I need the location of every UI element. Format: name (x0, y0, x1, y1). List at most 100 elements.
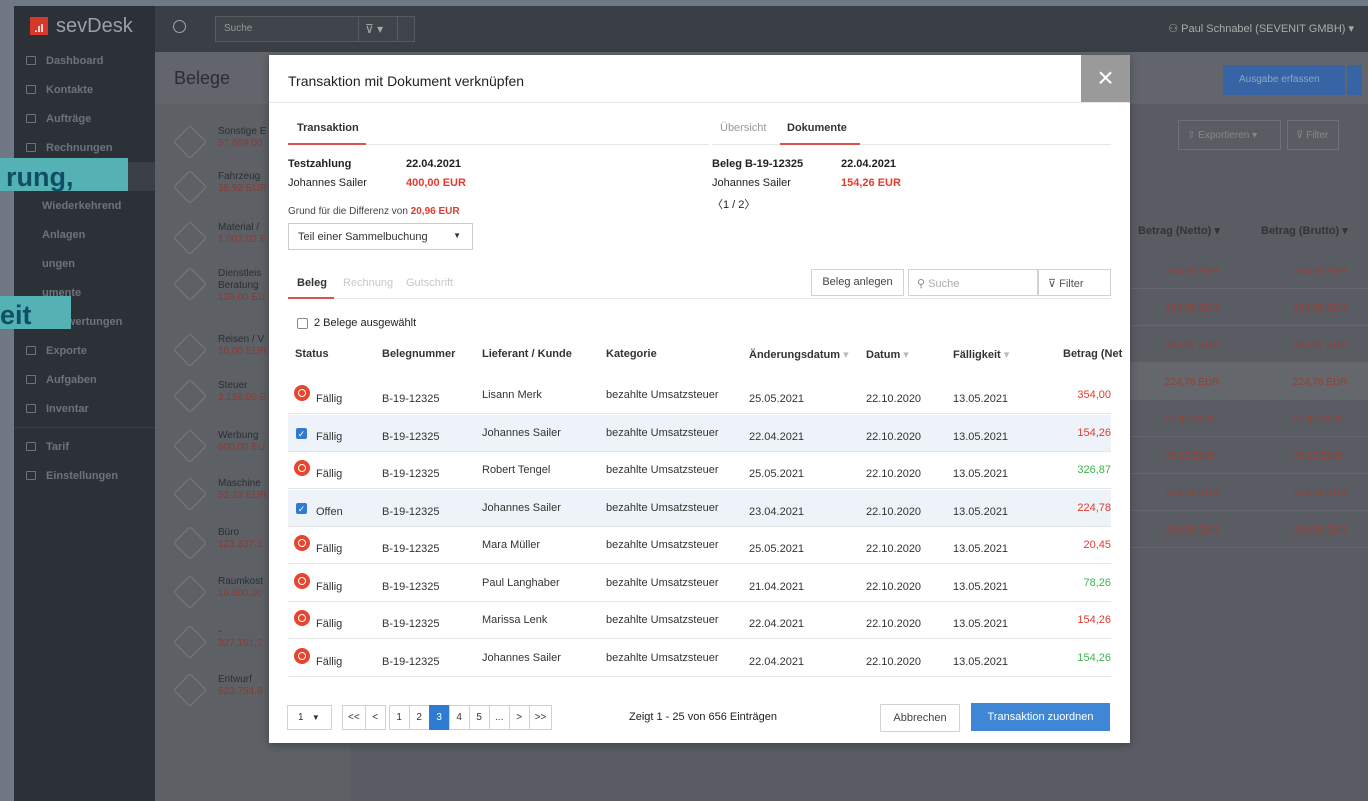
modal-search-input[interactable]: ⚲ Suche (908, 269, 1038, 296)
page-button[interactable]: << (342, 705, 366, 730)
sidebar-item[interactable]: Einstellungen (14, 461, 155, 490)
per-page-value[interactable]: 1 ▼ (287, 705, 332, 730)
tab-transaktion[interactable]: Transaktion (297, 122, 359, 134)
sidebar-item[interactable]: ungen (14, 249, 155, 278)
export-button[interactable]: ⇧ Exportieren ▾ (1178, 120, 1281, 150)
topbar: Suche ⊽ ▾ ⚇ Paul Schnabel (SEVENIT GMBH)… (155, 6, 1368, 52)
list-item[interactable]: Maschine 52,23 EUR (218, 478, 267, 502)
lieferant: Paul Langhaber (482, 576, 560, 589)
col-betrag-brutto[interactable]: Betrag (Brutto) ▾ (1261, 224, 1348, 237)
list-item[interactable]: Reisen / V 10,00 EUR (218, 334, 267, 358)
chevron-right-icon[interactable]: 〉 (744, 199, 755, 211)
list-item[interactable]: -327.161,2 (218, 626, 263, 650)
page-button[interactable]: 3 (428, 705, 450, 730)
list-item[interactable]: Material /1.002,02 E (218, 222, 266, 246)
table-row[interactable]: Fällig B-19-12325 Johannes Sailer bezahlte … (288, 640, 1111, 677)
table-row[interactable]: 154,26 EUR 154,26 EUR (1130, 474, 1368, 511)
user-menu[interactable]: ⚇ Paul Schnabel (SEVENIT GMBH) ▾ (1168, 22, 1354, 35)
col-kategorie[interactable]: Kategorie (606, 348, 657, 360)
page-button[interactable]: 4 (448, 705, 470, 730)
top-filter-button[interactable]: ⊽ ▾ (358, 16, 398, 42)
faelligkeit: 13.05.2021 (953, 430, 1009, 443)
item-value: 57.689,00 (218, 138, 263, 149)
faelligkeit: 13.05.2021 (953, 505, 1009, 518)
belegnummer: B-19-12325 (382, 655, 440, 668)
ausgabe-dropdown-button[interactable] (1347, 65, 1362, 95)
sidebar-item[interactable]: Inventar (14, 394, 155, 423)
col-belegnummer[interactable]: Belegnummer (382, 348, 455, 360)
cell: 20,45 EUR (1293, 414, 1342, 425)
table-row[interactable]: ✓ Offen B-19-12325 Johannes Sailer bezahlte … (288, 489, 1111, 527)
table-row[interactable]: 224,78 EUR 224,78 EUR (1130, 363, 1368, 400)
kategorie: bezahlte Umsatzsteuer (606, 501, 719, 514)
col-betrag-netto[interactable]: Betrag (Netto) ▾ (1138, 224, 1220, 237)
list-item[interactable]: Büro 123.337,3 (218, 527, 263, 551)
table-row[interactable]: 154,26 EUR 154,26 EUR (1130, 289, 1368, 326)
sidebar-item[interactable]: Dashboard (14, 46, 155, 75)
filter-button[interactable]: ⊽ Filter (1287, 120, 1339, 150)
table-row[interactable]: Fällig B-19-12325 Robert Tengel bezahlte Um… (288, 452, 1111, 489)
list-item[interactable]: Raumkost 10.500,00 (218, 576, 263, 600)
page-button[interactable]: > (508, 705, 530, 730)
close-icon[interactable]: × (1081, 55, 1130, 102)
tab-dokumente[interactable]: Dokumente (787, 122, 847, 134)
col-betrag[interactable]: Betrag (Net (1063, 348, 1122, 360)
sidebar-item[interactable]: Exporte (14, 336, 155, 365)
table-row[interactable]: 154,26 EUR 154,26 EUR (1130, 511, 1368, 548)
row-checkbox[interactable]: ✓ (296, 427, 307, 439)
page-button[interactable]: 2 (408, 705, 430, 730)
table-row[interactable]: Fällig B-19-12325 Paul Langhaber bezahlte U… (288, 565, 1111, 602)
sidebar-item[interactable]: Kontakte (14, 75, 155, 104)
modal-filter-button[interactable]: ⊽ Filter (1038, 269, 1111, 296)
table-row[interactable]: Fällig B-19-12325 Marissa Lenk bezahlte Ums… (288, 602, 1111, 639)
datum: 22.10.2020 (866, 655, 922, 668)
tab-gutschrift[interactable]: Gutschrift (406, 277, 453, 289)
list-item[interactable]: Steuer 3.156,00 E (218, 380, 266, 404)
select-all-checkbox[interactable] (297, 318, 308, 329)
beleg-anlegen-button[interactable]: Beleg anlegen (811, 269, 904, 296)
list-item[interactable]: Dienstleis Beratung 136,00 EU (218, 268, 265, 304)
page-button[interactable]: < (364, 705, 386, 730)
col-datum[interactable]: Datum ▾ (866, 348, 909, 361)
table-row[interactable]: 20,45 EUR 20,45 EUR (1130, 400, 1368, 437)
table-row[interactable]: Fällig B-19-12325 Lisann Merk bezahlte Umsa… (288, 377, 1111, 414)
table-row[interactable]: Fällig B-19-12325 Mara Müller bezahlte Umsa… (288, 527, 1111, 564)
sidebar-icon (26, 404, 36, 413)
lieferant: Marissa Lenk (482, 614, 548, 626)
tab-rechnung[interactable]: Rechnung (343, 277, 393, 289)
page-button[interactable]: 5 (468, 705, 490, 730)
logo[interactable]: .ıl sevDesk (14, 6, 155, 46)
beleg-pager[interactable]: 〈1 / 2〉 (712, 196, 755, 212)
ausgabe-erfassen-button[interactable]: Ausgabe erfassen (1223, 65, 1362, 95)
chevron-left-icon[interactable]: 〈 (712, 199, 723, 211)
col-lieferant[interactable]: Lieferant / Kunde (482, 348, 572, 360)
page-button[interactable]: ... (488, 705, 510, 730)
sidebar-item[interactable]: Tarif (14, 432, 155, 461)
cancel-button[interactable]: Abbrechen (880, 704, 960, 732)
transaktion-zuordnen-button[interactable]: Transaktion zuordnen (971, 703, 1110, 731)
list-item[interactable]: Werbung 600,00 EU (218, 430, 265, 454)
tab-beleg[interactable]: Beleg (297, 277, 327, 289)
sidebar-item[interactable]: Aufträge (14, 104, 155, 133)
row-checkbox[interactable]: ✓ (296, 502, 307, 514)
clock-icon[interactable] (173, 20, 186, 33)
list-item[interactable]: Entwurf 523.754,8 (218, 674, 263, 698)
table-row[interactable]: 354,00 EUR 354,00 EUR (1130, 252, 1368, 289)
table-row[interactable]: 326,87 EUR 326,87 EUR (1130, 326, 1368, 363)
col-faelligkeit[interactable]: Fälligkeit ▾ (953, 348, 1009, 361)
overlay-chip: eit (0, 296, 71, 330)
page-button[interactable]: >> (528, 705, 553, 730)
list-item[interactable]: Fahrzeug 38,92 EUR (218, 171, 267, 195)
sidebar-item[interactable]: Aufgaben (14, 365, 155, 394)
difference-reason-select[interactable]: Teil einer Sammelbuchung ▼ (288, 223, 473, 250)
col-aenderungsdatum[interactable]: Änderungsdatum ▾ (749, 348, 849, 361)
tab-uebersicht[interactable]: Übersicht (720, 122, 766, 134)
list-item[interactable]: Sonstige E 57.689,00 (218, 126, 266, 150)
sidebar-item[interactable]: Wiederkehrend (14, 191, 155, 220)
table-row[interactable]: 78,26 EUR 78,26 EUR (1130, 437, 1368, 474)
col-status[interactable]: Status (295, 348, 329, 360)
per-page-select[interactable]: 1 ▼ (287, 705, 332, 730)
sidebar-item[interactable]: Anlagen (14, 220, 155, 249)
page-button[interactable]: 1 (388, 705, 410, 730)
table-row[interactable]: ✓ Fällig B-19-12325 Johannes Sailer bezahlte… (288, 414, 1111, 452)
